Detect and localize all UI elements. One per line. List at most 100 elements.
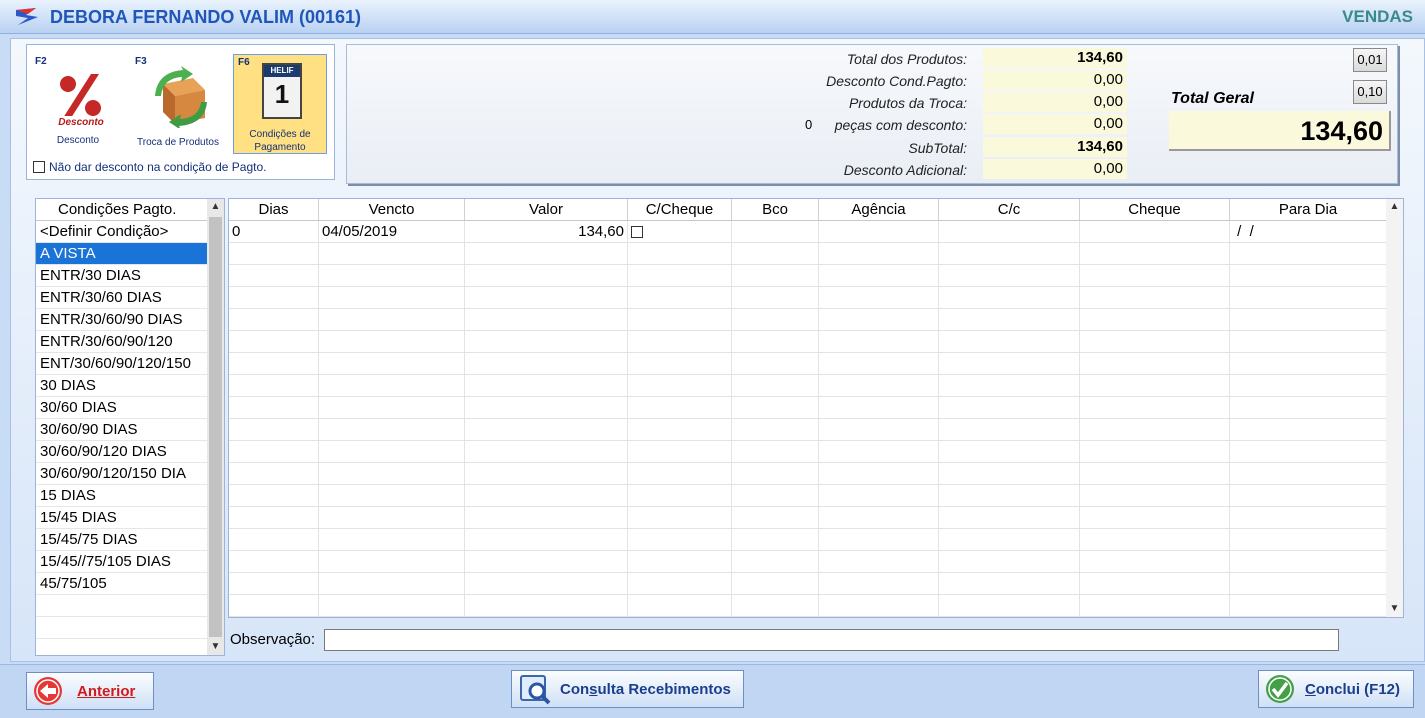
table-cell[interactable] — [819, 485, 939, 506]
table-cell[interactable] — [1080, 287, 1230, 308]
table-cell[interactable] — [819, 463, 939, 484]
table-cell[interactable] — [732, 573, 819, 594]
table-cell[interactable] — [1230, 243, 1387, 264]
cell-cheque[interactable] — [1080, 221, 1230, 242]
table-cell[interactable] — [319, 463, 465, 484]
table-cell[interactable] — [628, 485, 732, 506]
scroll-up-icon[interactable]: ▲ — [207, 199, 224, 215]
table-cell[interactable] — [628, 287, 732, 308]
table-cell[interactable] — [1230, 353, 1387, 374]
table-cell[interactable] — [1080, 551, 1230, 572]
table-row[interactable] — [229, 595, 1403, 617]
table-row[interactable] — [229, 309, 1403, 331]
cell-agencia[interactable] — [819, 221, 939, 242]
cell-c-cheque[interactable] — [628, 221, 732, 242]
list-item[interactable]: 30 DIAS — [36, 375, 208, 397]
table-cell[interactable] — [732, 243, 819, 264]
table-cell[interactable] — [732, 375, 819, 396]
table-cell[interactable] — [1080, 595, 1230, 616]
table-cell[interactable] — [1230, 529, 1387, 550]
table-cell[interactable] — [1080, 353, 1230, 374]
table-cell[interactable] — [465, 507, 628, 528]
table-cell[interactable] — [319, 507, 465, 528]
table-cell[interactable] — [1230, 287, 1387, 308]
table-cell[interactable] — [939, 441, 1080, 462]
table-cell[interactable] — [628, 419, 732, 440]
table-cell[interactable] — [319, 485, 465, 506]
payment-conditions-button[interactable]: F6 HELIF 1 Condições de Pagamento — [233, 54, 327, 154]
list-item[interactable]: 15/45//75/105 DIAS — [36, 551, 208, 573]
table-cell[interactable] — [939, 331, 1080, 352]
table-cell[interactable] — [229, 375, 319, 396]
cell-vencto[interactable]: 04/05/2019 — [319, 221, 465, 242]
table-cell[interactable] — [1230, 507, 1387, 528]
table-cell[interactable] — [319, 529, 465, 550]
table-cell[interactable] — [1080, 265, 1230, 286]
table-cell[interactable] — [732, 265, 819, 286]
table-cell[interactable] — [732, 331, 819, 352]
list-item[interactable]: 15/45 DIAS — [36, 507, 208, 529]
table-cell[interactable] — [465, 265, 628, 286]
table-cell[interactable] — [819, 595, 939, 616]
table-cell[interactable] — [1080, 309, 1230, 330]
table-cell[interactable] — [628, 595, 732, 616]
table-cell[interactable] — [1080, 485, 1230, 506]
table-cell[interactable] — [732, 441, 819, 462]
cell-bco[interactable] — [732, 221, 819, 242]
table-cell[interactable] — [819, 419, 939, 440]
table-cell[interactable] — [628, 243, 732, 264]
table-cell[interactable] — [1080, 243, 1230, 264]
table-cell[interactable] — [465, 441, 628, 462]
table-cell[interactable] — [732, 353, 819, 374]
table-cell[interactable] — [939, 353, 1080, 374]
table-cell[interactable] — [465, 243, 628, 264]
desconto-adicional-value[interactable]: 0,00 — [983, 159, 1127, 179]
list-item[interactable]: A VISTA — [36, 243, 208, 265]
table-row[interactable] — [229, 573, 1403, 595]
table-row[interactable] — [229, 375, 1403, 397]
table-cell[interactable] — [819, 287, 939, 308]
table-cell[interactable] — [1230, 485, 1387, 506]
table-cell[interactable] — [1230, 441, 1387, 462]
table-cell[interactable] — [1230, 573, 1387, 594]
table-row[interactable] — [229, 529, 1403, 551]
list-item[interactable]: 30/60 DIAS — [36, 397, 208, 419]
list-item[interactable]: 30/60/90/120 DIAS — [36, 441, 208, 463]
cell-dias[interactable]: 0 — [229, 221, 319, 242]
table-cell[interactable] — [628, 573, 732, 594]
table-cell[interactable] — [819, 331, 939, 352]
table-cell[interactable] — [1080, 463, 1230, 484]
table-cell[interactable] — [229, 573, 319, 594]
table-cell[interactable] — [319, 375, 465, 396]
list-item[interactable]: 15/45/75 DIAS — [36, 529, 208, 551]
table-cell[interactable] — [1230, 551, 1387, 572]
table-cell[interactable] — [319, 265, 465, 286]
table-cell[interactable] — [1080, 419, 1230, 440]
table-cell[interactable] — [465, 573, 628, 594]
table-cell[interactable] — [465, 287, 628, 308]
table-cell[interactable] — [1230, 331, 1387, 352]
table-cell[interactable] — [465, 529, 628, 550]
table-cell[interactable] — [939, 419, 1080, 440]
table-row[interactable] — [229, 331, 1403, 353]
scroll-down-icon[interactable]: ▼ — [207, 639, 224, 655]
discount-button[interactable]: F2 Desconto Desconto — [31, 54, 125, 154]
table-cell[interactable] — [628, 463, 732, 484]
list-item[interactable]: <Definir Condição> — [36, 221, 208, 243]
list-item[interactable]: ENT/30/60/90/120/150 — [36, 353, 208, 375]
table-cell[interactable] — [465, 485, 628, 506]
table-cell[interactable] — [628, 441, 732, 462]
table-cell[interactable] — [819, 551, 939, 572]
table-cell[interactable] — [1230, 265, 1387, 286]
table-cell[interactable] — [939, 551, 1080, 572]
table-cell[interactable] — [229, 419, 319, 440]
conditions-scrollbar[interactable]: ▲ ▼ — [207, 199, 224, 655]
table-cell[interactable] — [732, 287, 819, 308]
table-cell[interactable] — [229, 353, 319, 374]
round-010-button[interactable]: 0,10 — [1353, 80, 1387, 104]
table-cell[interactable] — [628, 331, 732, 352]
table-cell[interactable] — [1230, 419, 1387, 440]
table-cell[interactable] — [939, 309, 1080, 330]
product-exchange-button[interactable]: F3 Troca de Produtos — [131, 54, 225, 154]
table-cell[interactable] — [465, 463, 628, 484]
